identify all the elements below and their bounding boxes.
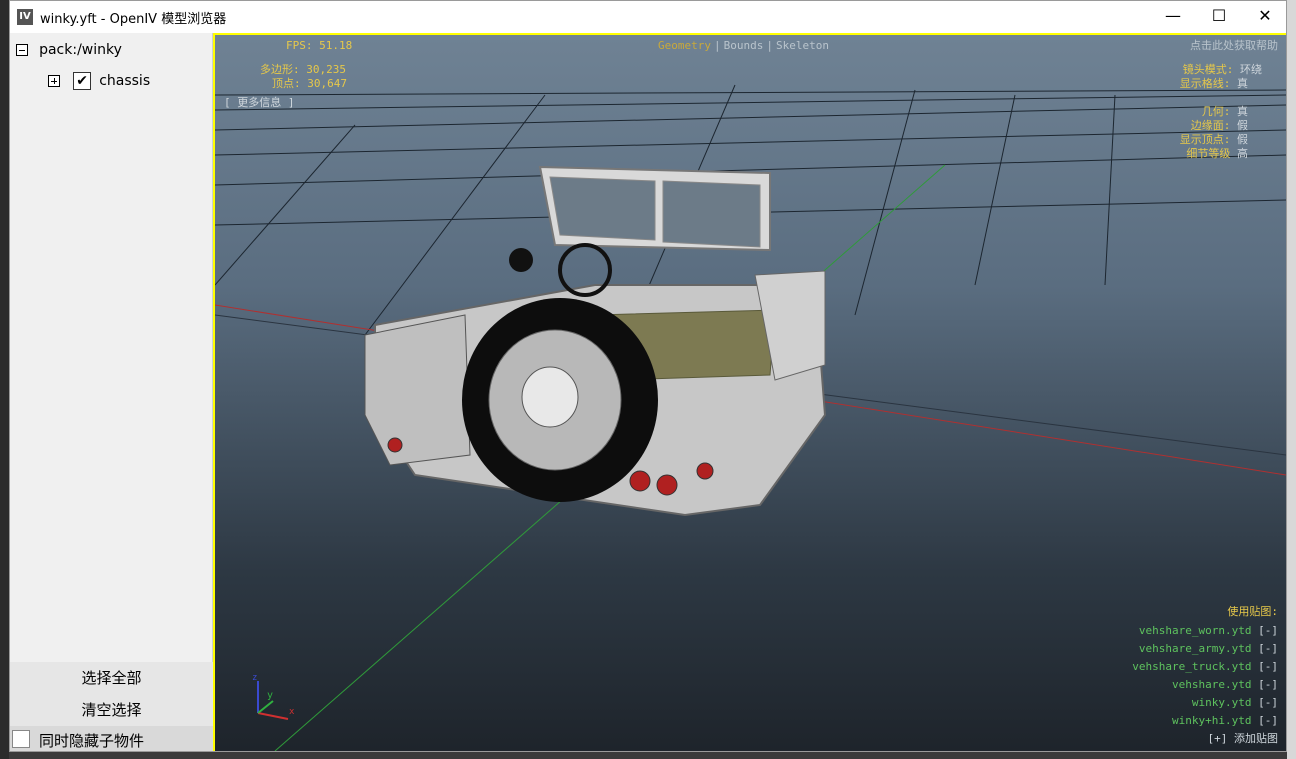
lod-label: 细节等级 — [1186, 147, 1237, 160]
vertex-count-label: 顶点: — [272, 77, 308, 90]
select-all-button[interactable]: 选择全部 — [10, 662, 213, 694]
polygon-count-value: 30,235 — [306, 63, 346, 76]
vehicle-model — [364, 165, 827, 517]
gizmo-y-label: y — [267, 690, 274, 701]
selection-buttons: 选择全部 清空选择 — [10, 662, 213, 726]
remove-texture-button[interactable]: [-] — [1258, 678, 1278, 691]
geometry-setting[interactable]: 几何: 真 — [1202, 105, 1248, 119]
more-info-link[interactable]: [ 更多信息 ] — [224, 96, 295, 110]
view-mode-tabs: Geometry | Bounds | Skeleton — [658, 39, 829, 52]
fps-readout: FPS: 51.18 — [286, 39, 353, 52]
show-grid-value: 真 — [1237, 77, 1248, 90]
clear-selection-button[interactable]: 清空选择 — [10, 694, 213, 726]
chassis-visibility-checkbox[interactable]: ✔ — [73, 71, 92, 90]
collapse-icon[interactable] — [16, 43, 28, 56]
polygon-count-label: 多边形: — [260, 63, 307, 76]
camera-mode-label: 镜头模式: — [1182, 63, 1240, 76]
maximize-button[interactable]: ☐ — [1196, 1, 1242, 33]
tree-root-node[interactable]: pack:/winky — [16, 39, 122, 59]
desktop-left-strip — [0, 0, 9, 759]
hide-children-option[interactable]: 同时隐藏子物件 — [10, 726, 213, 751]
close-button[interactable]: ✕ — [1242, 1, 1286, 33]
3d-viewport[interactable]: FPS: 51.18 多边形: 30,235 顶点: 30,647 [ 更多信息… — [213, 33, 1286, 751]
vertex-count: 顶点: 30,647 — [272, 77, 347, 91]
remove-texture-button[interactable]: [-] — [1258, 696, 1278, 709]
hide-children-label: 同时隐藏子物件 — [39, 732, 145, 750]
tab-skeleton[interactable]: Skeleton — [776, 39, 829, 52]
show-vertices-label: 显示顶点: — [1179, 133, 1237, 146]
remove-texture-button[interactable]: [-] — [1258, 624, 1278, 637]
camera-mode-value: 环绕 — [1240, 63, 1262, 76]
edges-label: 边缘面: — [1190, 119, 1237, 132]
show-vertices-value: 假 — [1237, 133, 1248, 146]
texture-name[interactable]: winky.ytd — [1192, 696, 1252, 709]
tab-geometry[interactable]: Geometry — [658, 39, 711, 52]
texture-item[interactable]: vehshare.ytd [-] — [1172, 678, 1278, 692]
remove-texture-button[interactable]: [-] — [1258, 642, 1278, 655]
texture-name[interactable]: vehshare_truck.ytd — [1132, 660, 1251, 673]
tree-root-label: pack:/winky — [39, 41, 122, 58]
openiv-app-icon: IV — [17, 9, 33, 25]
add-texture-button[interactable]: [+] 添加贴图 — [1208, 732, 1279, 746]
tree-node-label: chassis — [99, 72, 151, 89]
scene-render — [215, 84, 1286, 751]
texture-name[interactable]: vehshare.ytd — [1172, 678, 1251, 691]
help-link[interactable]: 点击此处获取帮助 — [1190, 39, 1278, 53]
tree-node-chassis[interactable]: ✔ chassis — [48, 70, 150, 92]
textures-title: 使用贴图: — [1227, 605, 1278, 618]
vertex-count-value: 30,647 — [307, 77, 347, 90]
remove-texture-button[interactable]: [-] — [1258, 714, 1278, 727]
texture-item[interactable]: winky.ytd [-] — [1192, 696, 1278, 710]
window-title: winky.yft - OpenIV 模型浏览器 — [40, 12, 227, 27]
lod-setting[interactable]: 细节等级 高 — [1186, 147, 1248, 161]
lod-value: 高 — [1237, 147, 1248, 160]
app-window: IV winky.yft - OpenIV 模型浏览器 — ☐ ✕ pack:/… — [9, 0, 1287, 752]
texture-item[interactable]: winky+hi.ytd [-] — [1172, 714, 1278, 728]
title-bar[interactable]: IV winky.yft - OpenIV 模型浏览器 — ☐ ✕ — [10, 1, 1286, 33]
show-grid-label: 显示格线: — [1179, 77, 1237, 90]
tab-bounds[interactable]: Bounds — [724, 39, 764, 52]
model-tree-panel: pack:/winky ✔ chassis 选择全部 清空选择 同时隐藏子物件 — [10, 33, 213, 751]
camera-mode-setting[interactable]: 镜头模式: 环绕 — [1183, 63, 1262, 77]
texture-name[interactable]: winky+hi.ytd — [1172, 714, 1251, 727]
hide-children-checkbox[interactable] — [12, 730, 30, 748]
texture-item[interactable]: vehshare_worn.ytd [-] — [1139, 624, 1278, 638]
remove-texture-button[interactable]: [-] — [1258, 660, 1278, 673]
texture-name[interactable]: vehshare_army.ytd — [1139, 642, 1252, 655]
expand-icon[interactable] — [48, 74, 60, 87]
edges-value: 假 — [1237, 119, 1248, 132]
edges-setting[interactable]: 边缘面: 假 — [1191, 119, 1248, 133]
texture-item[interactable]: vehshare_truck.ytd [-] — [1132, 660, 1278, 674]
minimize-button[interactable]: — — [1150, 1, 1196, 33]
geometry-label: 几何: — [1201, 105, 1237, 118]
texture-name[interactable]: vehshare_worn.ytd — [1139, 624, 1252, 637]
show-vertices-setting[interactable]: 显示顶点: 假 — [1180, 133, 1248, 147]
show-grid-setting[interactable]: 显示格线: 真 — [1180, 77, 1248, 91]
desktop-right-strip — [1287, 0, 1296, 759]
polygon-count: 多边形: 30,235 — [260, 63, 346, 77]
gizmo-x-label: x — [289, 707, 295, 717]
texture-item[interactable]: vehshare_army.ytd [-] — [1139, 642, 1278, 656]
geometry-value: 真 — [1237, 105, 1248, 118]
gizmo-z-label: z — [252, 673, 258, 683]
